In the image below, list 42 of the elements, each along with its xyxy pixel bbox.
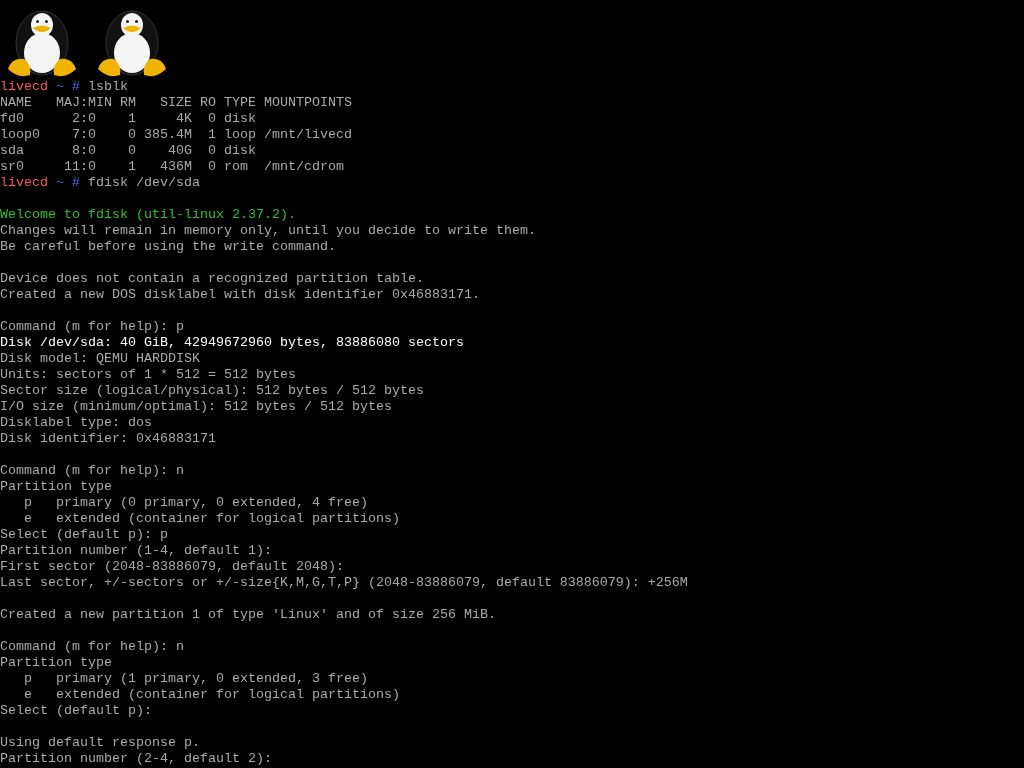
console-line: p primary (0 primary, 0 extended, 4 free): [23, 495, 368, 511]
prompt-directory: ~: [56, 175, 64, 191]
console-line: sr0 11:0 1 436M 0 rom /mnt/cdrom: [0, 159, 344, 175]
console-line: Welcome to fdisk (util-linux 2.37.2).: [0, 207, 296, 223]
console-line: Select (default p):: [0, 703, 152, 719]
console-line: First sector (2048-83886079, default 2048):: [0, 559, 344, 575]
console-line: fd0 2:0 1 4K 0 disk: [0, 111, 256, 127]
console-line: loop0 7:0 0 385.4M 1 loop /mnt/livecd: [0, 127, 352, 143]
console-line: Disk /dev/sda: 40 GiB, 42949672960 bytes, 83886080 sectors: [0, 335, 464, 351]
console-line: e extended (container for logical partitions): [23, 687, 400, 703]
command-text: fdisk /dev/sda: [88, 175, 200, 191]
console-line: NAME MAJ:MIN RM SIZE RO TYPE MOUNTPOINTS: [0, 95, 352, 111]
console-line: Device does not contain a recognized partition table.: [0, 271, 424, 287]
console-line: Partition number (2-4, default 2):: [0, 751, 272, 767]
console-line: I/O size (minimum/optimal): 512 bytes / 512 bytes: [0, 399, 392, 415]
console-line: Partition number (1-4, default 1):: [0, 543, 272, 559]
console-line: Command (m for help): n: [0, 463, 184, 479]
console-line: Last sector, +/-sectors or +/-size{K,M,G,T,P} (2048-83886079, default 83886079): +256M: [0, 575, 688, 591]
console-line: Created a new DOS disklabel with disk identifier 0x46883171.: [0, 287, 480, 303]
prompt-host: livecd: [0, 79, 48, 95]
console-line: Command (m for help): p: [0, 319, 184, 335]
console-line: Units: sectors of 1 * 512 = 512 bytes: [0, 367, 296, 383]
console-line: Created a new partition 1 of type 'Linux' and of size 256 MiB.: [0, 607, 496, 623]
console-line: p primary (1 primary, 0 extended, 3 free): [23, 671, 368, 687]
console-line: Disklabel type: dos: [0, 415, 152, 431]
prompt-host: livecd: [0, 175, 48, 191]
console-line: Disk model: QEMU HARDDISK: [0, 351, 200, 367]
console-line: Partition type: [0, 655, 112, 671]
console-line: Changes will remain in memory only, until you decide to write them.: [0, 223, 536, 239]
prompt-symbol: #: [72, 175, 80, 191]
command-text: lsblk: [88, 79, 128, 95]
console-line: Partition type: [0, 479, 112, 495]
prompt-directory: ~: [56, 79, 64, 95]
console-line: Sector size (logical/physical): 512 bytes / 512 bytes: [0, 383, 424, 399]
console-line: e extended (container for logical partitions): [23, 511, 400, 527]
console-line: Select (default p): p: [0, 527, 168, 543]
console-line: Disk identifier: 0x46883171: [0, 431, 216, 447]
console-line: Command (m for help): n: [0, 639, 184, 655]
console-line: Be careful before using the write command.: [0, 239, 336, 255]
prompt-symbol: #: [72, 79, 80, 95]
console-line: sda 8:0 0 40G 0 disk: [0, 143, 256, 159]
console-line: Using default response p.: [0, 735, 200, 751]
